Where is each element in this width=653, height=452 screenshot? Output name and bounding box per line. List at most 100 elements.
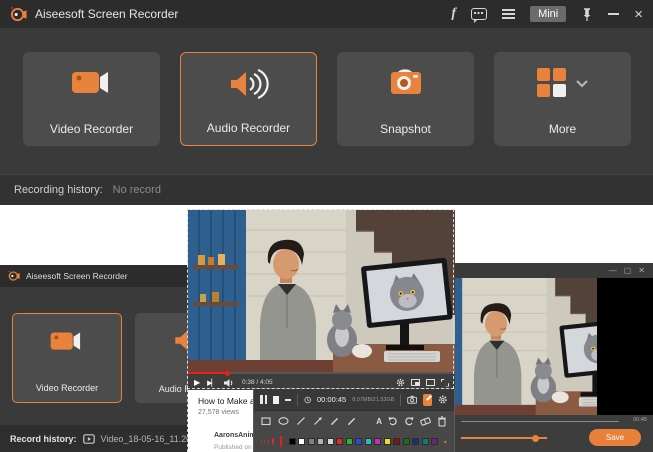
preview-window: — ▢ ✕ 00:45 Save: [455, 263, 653, 452]
color-swatch[interactable]: [336, 438, 343, 445]
color-palette-swatches: [289, 438, 439, 445]
brush-tool-icon[interactable]: [347, 416, 357, 426]
color-swatch[interactable]: [298, 438, 305, 445]
ellipse-tool-icon[interactable]: [278, 416, 289, 426]
color-swatch[interactable]: [422, 438, 429, 445]
color-swatch[interactable]: [327, 438, 334, 445]
app-logo-icon: [8, 270, 20, 282]
stroke-size-4[interactable]: [272, 438, 273, 445]
color-swatch[interactable]: [412, 438, 419, 445]
color-swatch[interactable]: [289, 438, 296, 445]
close-button[interactable]: ×: [634, 7, 643, 22]
player-progress-bar[interactable]: [188, 372, 455, 374]
mini-window-title: Aiseesoft Screen Recorder: [26, 271, 128, 281]
color-swatch[interactable]: [384, 438, 391, 445]
color-size-row: [254, 431, 454, 452]
arrow-tool-icon[interactable]: [313, 416, 323, 426]
more-label: More: [549, 122, 576, 136]
camera-icon: [337, 68, 474, 98]
window-title: Aiseesoft Screen Recorder: [35, 7, 178, 21]
undo-icon[interactable]: [388, 416, 398, 426]
color-swatch[interactable]: [374, 438, 381, 445]
stop-button[interactable]: [273, 396, 279, 404]
file-size: 8.07MB/21.53GB: [352, 397, 394, 403]
screenshot-root: Aiseesoft Screen Recorder f Mini × Video…: [0, 0, 653, 452]
elapsed-time: 00:00:45: [317, 395, 346, 404]
play-icon[interactable]: ▶: [194, 378, 200, 387]
fullscreen-icon[interactable]: [441, 379, 449, 387]
more-card[interactable]: More: [494, 52, 631, 146]
color-swatch[interactable]: [355, 438, 362, 445]
app-logo-icon: [10, 6, 27, 23]
video-recorder-label: Video Recorder: [36, 383, 98, 393]
chevron-down-icon: [575, 79, 589, 88]
main-titlebar: Aiseesoft Screen Recorder f Mini ×: [0, 0, 653, 28]
preview-titlebar: — ▢ ✕: [455, 263, 653, 278]
desktop-screenshot-area: Aiseesoft Screen Recorder Video Recorder…: [0, 205, 653, 452]
video-recorder-card[interactable]: Video Recorder: [23, 52, 160, 146]
pause-button[interactable]: [260, 395, 267, 404]
color-swatch[interactable]: [431, 438, 438, 445]
recording-controls-row: 00:00:45 8.07MB/21.53GB: [254, 389, 454, 410]
minimize-button[interactable]: —: [609, 267, 617, 275]
save-button[interactable]: Save: [589, 429, 641, 446]
snapshot-button-icon[interactable]: [407, 394, 417, 405]
audio-recorder-label: Audio Recorder: [207, 121, 290, 135]
record-history-label: Record history:: [10, 434, 77, 444]
annotation-tools-row: A: [254, 410, 454, 431]
preview-seek-time: 00:45: [633, 417, 647, 423]
maximize-button[interactable]: ▢: [624, 267, 632, 275]
trash-icon[interactable]: [437, 416, 447, 427]
preview-frame-image: [455, 278, 597, 415]
hide-toolbar-button[interactable]: [285, 399, 291, 401]
redo-icon[interactable]: [404, 416, 414, 426]
preview-seek-bar[interactable]: [461, 421, 619, 422]
color-swatch[interactable]: [365, 438, 372, 445]
recorder-mode-cards: Video Recorder Audio Recorder Snapshot M…: [23, 52, 631, 146]
menu-icon[interactable]: [502, 9, 515, 19]
color-swatch[interactable]: [393, 438, 400, 445]
video-recorder-card[interactable]: Video Recorder: [12, 313, 122, 403]
theater-mode-icon[interactable]: [426, 379, 435, 386]
color-swatch[interactable]: [346, 438, 353, 445]
eraser-icon[interactable]: [420, 416, 431, 426]
rectangle-tool-icon[interactable]: [261, 416, 271, 426]
color-swatch[interactable]: [317, 438, 324, 445]
color-swatch[interactable]: [308, 438, 315, 445]
player-time: 0:38 / 4:05: [242, 379, 273, 386]
palette-icon[interactable]: [444, 436, 447, 448]
pen-tool-icon[interactable]: [330, 416, 340, 426]
preview-volume-slider[interactable]: [461, 437, 547, 439]
color-swatch[interactable]: [403, 438, 410, 445]
stroke-size-3[interactable]: [268, 439, 269, 444]
miniplayer-icon[interactable]: [411, 379, 420, 386]
speaker-icon: [181, 69, 316, 99]
timer-icon: [304, 395, 311, 405]
recording-history-value: No record: [113, 184, 161, 196]
audio-recorder-card[interactable]: Audio Recorder: [180, 52, 317, 146]
close-button[interactable]: ✕: [638, 267, 645, 275]
text-tool-icon[interactable]: A: [376, 417, 382, 426]
current-color-swatch: [280, 436, 282, 447]
feedback-icon[interactable]: [471, 8, 487, 20]
video-camera-icon: [13, 329, 121, 354]
edit-annotate-button[interactable]: [423, 394, 432, 406]
mini-mode-button[interactable]: Mini: [530, 6, 566, 22]
recording-history-strip: Recording history: No record: [0, 174, 653, 205]
volume-icon[interactable]: [223, 378, 235, 388]
main-window: Aiseesoft Screen Recorder f Mini × Video…: [0, 0, 653, 205]
facebook-icon[interactable]: f: [451, 7, 456, 21]
video-frame-image: [188, 210, 455, 372]
line-tool-icon[interactable]: [296, 416, 306, 426]
pin-on-top-icon[interactable]: [581, 7, 593, 21]
grid-icon: [494, 68, 631, 98]
settings-gear-icon[interactable]: [438, 393, 448, 406]
preview-video-area: [455, 278, 653, 415]
snapshot-card[interactable]: Snapshot: [337, 52, 474, 146]
minimize-button[interactable]: [608, 13, 619, 15]
video-camera-icon: [23, 68, 160, 98]
player-settings-icon[interactable]: [396, 378, 405, 387]
stroke-size-2[interactable]: [264, 440, 265, 443]
recording-history-label: Recording history:: [14, 184, 103, 196]
next-icon[interactable]: ▶▏: [207, 379, 216, 387]
